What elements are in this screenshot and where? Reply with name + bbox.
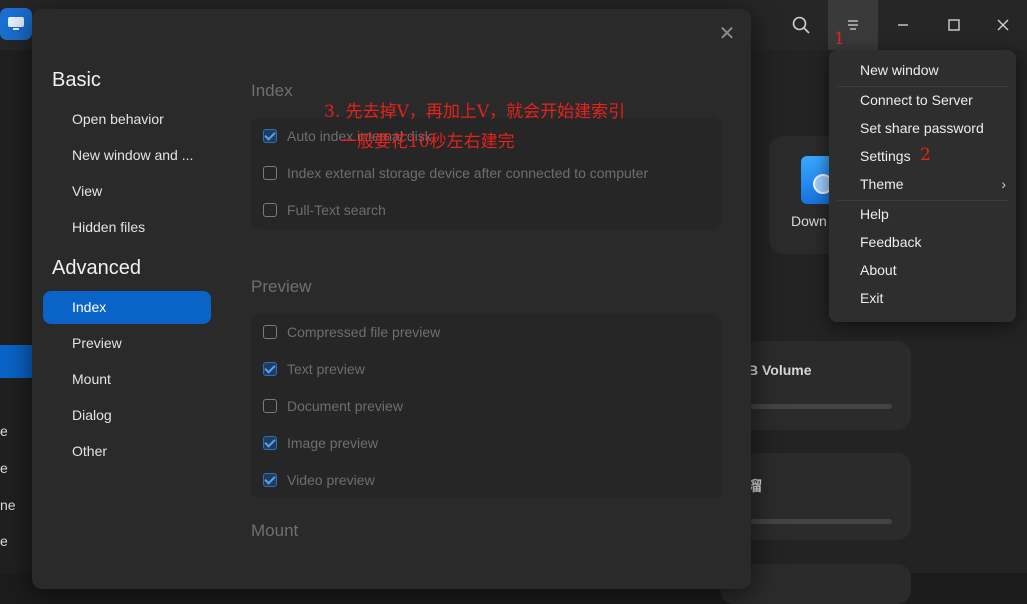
nav-item-new-window[interactable]: New window and ... [43,139,211,172]
chevron-right-icon: › [1001,176,1006,192]
option-label: Image preview [287,435,379,451]
index-external-checkbox[interactable] [263,166,277,180]
menu-item-help[interactable]: Help [829,200,1016,228]
compressed-preview-checkbox[interactable] [263,325,277,339]
close-icon[interactable]: ✕ [716,23,738,45]
nav-item-hidden-files[interactable]: Hidden files [43,211,211,244]
search-icon[interactable] [776,0,826,50]
settings-dialog: ✕ Basic Open behavior New window and ...… [32,9,751,589]
option-compressed-preview[interactable]: Compressed file preview [263,317,440,347]
menu-item-new-window[interactable]: New window [829,56,1016,84]
option-label: Full-Text search [287,202,386,218]
annotation-step-3-line1: 3. 先去掉V，再加上V，就会开始建索引 [324,102,626,122]
section-title-mount: Mount [251,521,299,540]
nav-item-preview[interactable]: Preview [43,327,211,360]
minimize-button[interactable] [878,0,928,50]
sidebar-item-fragment[interactable]: e [0,533,8,549]
preview-options: Compressed file preview Text preview Doc… [251,313,721,499]
nav-item-dialog[interactable]: Dialog [43,399,211,432]
document-preview-checkbox[interactable] [263,399,277,413]
close-window-button[interactable] [978,0,1027,50]
maximize-button[interactable] [929,0,979,50]
option-label: Compressed file preview [287,324,441,340]
nav-group-advanced: Advanced [52,257,141,279]
option-label: Video preview [287,472,375,488]
nav-item-open-behavior[interactable]: Open behavior [43,103,211,136]
sidebar-item-fragment[interactable]: ne [0,497,16,513]
sidebar-selected-item[interactable] [0,345,32,378]
menu-item-share-password[interactable]: Set share password [829,114,1016,142]
downloads-label: Down [791,213,827,229]
annotation-step-1: 1 [834,29,845,49]
annotation-step-2: 2 [920,145,931,165]
video-preview-checkbox[interactable] [263,473,277,487]
menu-item-theme[interactable]: Theme › [829,170,1016,198]
menu-item-connect-server[interactable]: Connect to Server [829,86,1016,114]
nav-item-index[interactable]: Index [43,291,211,324]
nav-group-basic: Basic [52,69,101,91]
auto-index-checkbox[interactable] [263,129,277,143]
text-preview-checkbox[interactable] [263,362,277,376]
option-label: Document preview [287,398,403,414]
disk-usage-bar [748,519,892,524]
option-index-external[interactable]: Index external storage device after conn… [263,158,648,188]
section-title-preview: Preview [251,277,312,296]
volume-usage-bar [748,404,892,409]
sidebar-item-fragment[interactable]: e [0,423,8,439]
option-full-text-search[interactable]: Full-Text search [263,195,386,225]
volume-label: B Volume [748,362,812,378]
sidebar-item-fragment[interactable]: e [0,460,8,476]
image-preview-checkbox[interactable] [263,436,277,450]
option-image-preview[interactable]: Image preview [263,428,378,458]
option-text-preview[interactable]: Text preview [263,354,365,384]
menu-item-theme-label: Theme [860,176,904,192]
nav-item-view[interactable]: View [43,175,211,208]
menu-item-about[interactable]: About [829,256,1016,284]
file-manager-app-icon[interactable] [0,8,32,40]
menu-item-exit[interactable]: Exit [829,284,1016,312]
sidebar: e e ne e [0,50,32,573]
option-video-preview[interactable]: Video preview [263,465,375,495]
option-label: Index external storage device after conn… [287,165,649,181]
full-text-search-checkbox[interactable] [263,203,277,217]
menu-item-feedback[interactable]: Feedback [829,228,1016,256]
option-label: Text preview [287,361,365,377]
annotation-step-3-line2: 一般要花10秒左右建完 [340,132,515,152]
option-document-preview[interactable]: Document preview [263,391,403,421]
main-menu-popup: New window Connect to Server Set share p… [829,50,1016,322]
section-title-index: Index [251,81,293,100]
nav-item-mount[interactable]: Mount [43,363,211,396]
nav-item-other[interactable]: Other [43,435,211,468]
